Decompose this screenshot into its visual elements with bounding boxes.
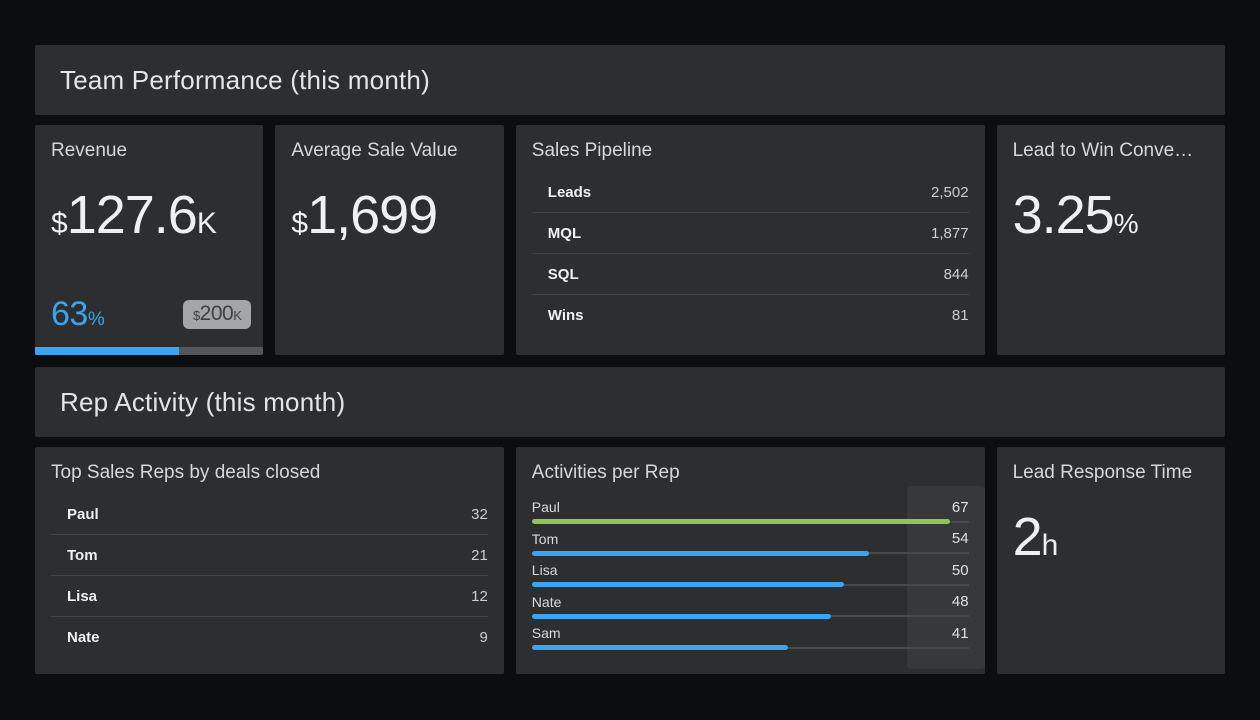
list-item: Wins 81: [532, 295, 969, 335]
bar-value-label: 67: [952, 499, 969, 516]
bar-label-row: Tom 54: [532, 530, 969, 548]
list-item: MQL 1,877: [532, 213, 969, 254]
widget-title: Sales Pipeline: [532, 140, 969, 162]
bar: [532, 582, 844, 587]
bar-row: Sam 41: [532, 624, 969, 656]
top-sales-reps-list: Paul 32 Tom 21 Lisa 12 Nate 9: [51, 494, 488, 657]
widget-title: Average Sale Value: [291, 140, 487, 162]
row-label: Lisa: [67, 588, 97, 605]
row-value: 1,877: [931, 225, 969, 242]
row-value: 12: [471, 588, 488, 605]
bar-value-label: 50: [952, 562, 969, 579]
lead-to-win-card: Lead to Win Conve… 3.25%: [997, 125, 1225, 355]
row-label: SQL: [548, 266, 579, 283]
bar-label-row: Sam 41: [532, 624, 969, 642]
bar-category-label: Lisa: [532, 562, 558, 578]
bar-category-label: Nate: [532, 594, 562, 610]
widget-title: Lead Response Time: [1013, 462, 1209, 484]
activities-bar-chart: Paul 67 Tom 54 Lisa 50 Nate 48 Sam 41: [532, 498, 969, 656]
row-label: Paul: [67, 506, 99, 523]
list-item: Leads 2,502: [532, 172, 969, 213]
average-sale-value: $1,699: [291, 184, 487, 246]
row-value: 21: [471, 547, 488, 564]
widget-title: Lead to Win Conve…: [1013, 140, 1209, 162]
bar-track: [532, 519, 969, 524]
row-value: 844: [944, 266, 969, 283]
bar: [532, 645, 788, 650]
list-item: SQL 844: [532, 254, 969, 295]
goal-currency: $: [193, 308, 200, 323]
sales-pipeline-list: Leads 2,502 MQL 1,877 SQL 844 Wins 81: [532, 172, 969, 335]
currency-symbol: $: [291, 207, 307, 240]
revenue-value: $127.6K: [51, 184, 247, 246]
row-label: MQL: [548, 225, 581, 242]
bar-label-row: Nate 48: [532, 593, 969, 611]
bar-row: Lisa 50: [532, 561, 969, 593]
dashboard: Team Performance (this month) Revenue $1…: [35, 45, 1225, 686]
bar-track: [532, 582, 969, 587]
row-value: 32: [471, 506, 488, 523]
bar-category-label: Paul: [532, 499, 560, 515]
progress-bar-track: [35, 347, 263, 355]
revenue-card: Revenue $127.6K 63% $200K: [35, 125, 263, 355]
revenue-footer: 63% $200K: [51, 295, 251, 334]
progress-bar-fill: [35, 347, 179, 355]
activities-per-rep-card: Activities per Rep Paul 67 Tom 54 Lisa 50 Nate…: [516, 447, 985, 674]
team-performance-row: Revenue $127.6K 63% $200K Average Sale V…: [35, 125, 1225, 355]
rep-activity-row: Top Sales Reps by deals closed Paul 32 Tom…: [35, 447, 1225, 674]
list-item: Paul 32: [51, 494, 488, 535]
widget-title: Top Sales Reps by deals closed: [51, 462, 488, 484]
average-sale-value-card: Average Sale Value $1,699: [275, 125, 503, 355]
unit-suffix: K: [197, 207, 216, 240]
bar: [532, 551, 869, 556]
bar-value-label: 54: [952, 530, 969, 547]
list-item: Lisa 12: [51, 576, 488, 617]
bar-value-label: 48: [952, 593, 969, 610]
row-value: 2,502: [931, 184, 969, 201]
goal-badge: $200K: [183, 300, 251, 329]
row-label: Wins: [548, 307, 584, 324]
kpi-number: 127.6: [67, 185, 197, 245]
bar: [532, 614, 832, 619]
bar-value-label: 41: [952, 625, 969, 642]
unit-suffix: h: [1042, 529, 1058, 562]
row-value: 81: [952, 307, 969, 324]
section-title: Team Performance (this month): [60, 65, 430, 96]
unit-suffix: %: [1114, 208, 1138, 239]
goal-number: 200: [200, 302, 234, 325]
bar-row: Paul 67: [532, 498, 969, 530]
bar-category-label: Sam: [532, 625, 561, 641]
lead-to-win-value: 3.25%: [1013, 184, 1209, 246]
section-header-team-performance: Team Performance (this month): [35, 45, 1225, 115]
list-item: Nate 9: [51, 617, 488, 657]
bar-row: Nate 48: [532, 593, 969, 625]
row-label: Nate: [67, 629, 100, 646]
currency-symbol: $: [51, 207, 67, 240]
kpi-number: 1,699: [307, 185, 437, 245]
row-label: Tom: [67, 547, 98, 564]
lead-response-time-card: Lead Response Time 2h: [997, 447, 1225, 674]
top-sales-reps-card: Top Sales Reps by deals closed Paul 32 Tom…: [35, 447, 504, 674]
bar-category-label: Tom: [532, 531, 558, 547]
bar-row: Tom 54: [532, 530, 969, 562]
lead-response-value: 2h: [1013, 506, 1209, 568]
bar-track: [532, 645, 969, 650]
widget-title: Activities per Rep: [532, 462, 969, 484]
kpi-number: 3.25: [1013, 185, 1114, 245]
goal-unit: K: [233, 308, 241, 323]
section-title: Rep Activity (this month): [60, 387, 345, 418]
section-header-rep-activity: Rep Activity (this month): [35, 367, 1225, 437]
bar-label-row: Paul 67: [532, 498, 969, 516]
bar: [532, 519, 950, 524]
list-item: Tom 21: [51, 535, 488, 576]
progress-percent: 63%: [51, 295, 104, 334]
kpi-number: 2: [1013, 507, 1042, 567]
sales-pipeline-card: Sales Pipeline Leads 2,502 MQL 1,877 SQL 844 W…: [516, 125, 985, 355]
row-value: 9: [479, 629, 487, 646]
bar-label-row: Lisa 50: [532, 561, 969, 579]
row-label: Leads: [548, 184, 591, 201]
bar-track: [532, 551, 969, 556]
widget-title: Revenue: [51, 140, 247, 162]
bar-track: [532, 614, 969, 619]
